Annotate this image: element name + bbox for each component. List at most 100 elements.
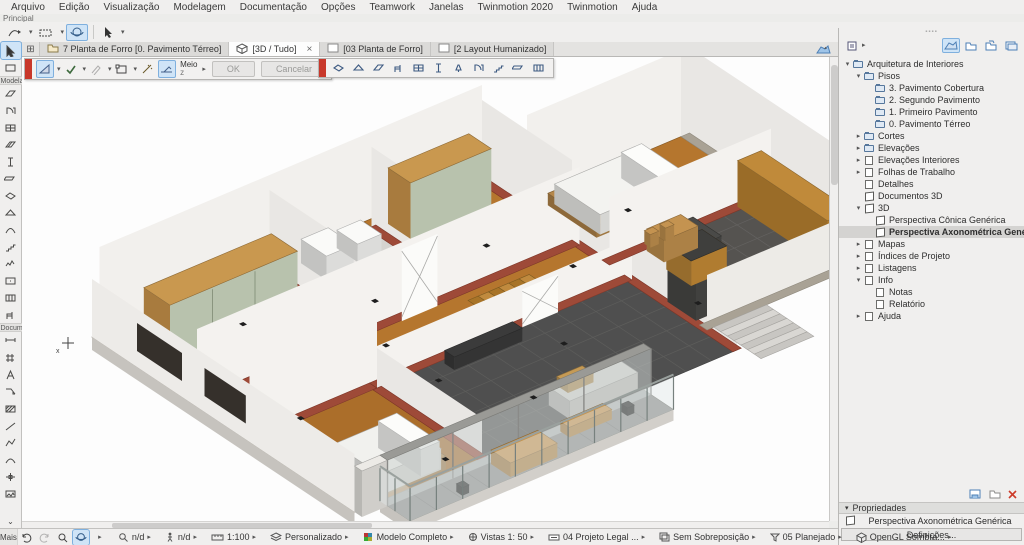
arc-tool-icon[interactable] — [1, 451, 21, 468]
mesh-tool-icon[interactable] — [1, 255, 21, 272]
tab-2[interactable]: [3D / Tudo]× — [229, 42, 320, 56]
stair-tool-icon[interactable] — [1, 238, 21, 255]
tree-item-eleva-es-interiores[interactable]: ▸Elevações Interiores — [839, 154, 1024, 166]
favorite-object-icon[interactable] — [390, 59, 408, 77]
tree-item-3d[interactable]: ▾3D — [839, 202, 1024, 214]
tree-item-info[interactable]: ▾Info — [839, 274, 1024, 286]
column-tool-icon[interactable] — [1, 153, 21, 170]
tree-closed-icon[interactable]: ▸ — [854, 156, 863, 164]
dimension-standard-dropdown[interactable]: 04 Projeto Legal ...▸ — [544, 530, 649, 545]
zoom-level-dropdown[interactable]: n/d▸ — [114, 530, 155, 545]
tree-item-3-pavimento-cobertura[interactable]: 3. Pavimento Cobertura — [839, 82, 1024, 94]
dimension-tool-icon[interactable] — [1, 332, 21, 349]
curtain-wall-tool-icon[interactable] — [1, 289, 21, 306]
drag-handle[interactable] — [319, 59, 326, 77]
favorite-roof-icon[interactable] — [350, 59, 368, 77]
skylight-tool-icon[interactable] — [1, 136, 21, 153]
tree-closed-icon[interactable]: ▸ — [854, 168, 863, 176]
renovation-filter-dropdown[interactable]: 05 Planejado▸ — [766, 530, 846, 545]
line-tool-icon[interactable] — [1, 417, 21, 434]
favorite-beam-icon[interactable] — [510, 59, 528, 77]
scale-dropdown[interactable]: 1:100▸ — [207, 530, 260, 545]
favorite-slab-icon[interactable] — [330, 59, 348, 77]
properties-header[interactable]: ▾Propriedades — [839, 502, 1024, 514]
text-tool-icon[interactable] — [1, 366, 21, 383]
undo-icon[interactable] — [19, 530, 35, 545]
tab-overview-icon[interactable]: ⊞ — [22, 42, 40, 56]
tree-item-eleva-es[interactable]: ▸Elevações — [839, 142, 1024, 154]
model-view-options-dropdown[interactable]: Vistas 1: 50▸ — [464, 530, 538, 545]
tree-item-folhas-de-trabalho[interactable]: ▸Folhas de Trabalho — [839, 166, 1024, 178]
scroll-thumb[interactable] — [831, 65, 838, 185]
marquee-tool-icon[interactable] — [1, 59, 21, 76]
tree-item-pisos[interactable]: ▾Pisos — [839, 70, 1024, 82]
beam-tool-icon[interactable] — [1, 170, 21, 187]
menu-documentação[interactable]: Documentação — [233, 1, 314, 14]
chevron-icon[interactable]: ▸ — [91, 530, 107, 545]
menu-twinmotion-2020[interactable]: Twinmotion 2020 — [471, 1, 561, 14]
tree-closed-icon[interactable]: ▸ — [854, 252, 863, 260]
gravity-level-icon[interactable] — [158, 60, 176, 78]
tree-item-listagens[interactable]: ▸Listagens — [839, 262, 1024, 274]
tree-item-mapas[interactable]: ▸Mapas — [839, 238, 1024, 250]
checkmark-icon[interactable] — [62, 60, 80, 78]
door-tool-icon[interactable] — [1, 102, 21, 119]
tree-item-perspectiva-c-nica-gen-rica[interactable]: Perspectiva Cônica Genérica — [839, 214, 1024, 226]
tree-item-notas[interactable]: Notas — [839, 286, 1024, 298]
marquee-tool-icon[interactable] — [35, 24, 57, 41]
figure-tool-icon[interactable] — [1, 485, 21, 502]
close-icon[interactable]: × — [306, 44, 312, 55]
tree-closed-icon[interactable]: ▸ — [854, 264, 863, 272]
drag-handle[interactable] — [25, 59, 32, 79]
layout-book-icon[interactable] — [982, 38, 1000, 53]
publisher-icon[interactable] — [1002, 38, 1020, 53]
orbit-tool-icon[interactable] — [66, 24, 88, 41]
tree-open-icon[interactable]: ▾ — [854, 72, 863, 80]
tab-4[interactable]: [2 Layout Humanizado] — [431, 42, 555, 56]
tab-options-icon[interactable] — [810, 42, 838, 56]
toolbox-overflow[interactable]: ⌄ — [7, 517, 14, 528]
slope-tool-icon[interactable] — [36, 60, 54, 78]
fill-tool-icon[interactable] — [1, 400, 21, 417]
chevron-down-icon[interactable]: ▾ — [83, 65, 87, 73]
delete-icon[interactable] — [1007, 489, 1018, 500]
tree-item-arquitetura-de-interiores[interactable]: ▾Arquitetura de Interiores — [839, 58, 1024, 70]
arrow-tool-icon[interactable] — [1, 42, 21, 59]
new-folder-icon[interactable] — [988, 488, 1002, 500]
tree-item-1-primeiro-pavimento[interactable]: 1. Primeiro Pavimento — [839, 106, 1024, 118]
zoom-icon[interactable] — [55, 530, 71, 545]
favorite-curtain-wall-icon[interactable] — [530, 59, 548, 77]
tree-open-icon[interactable]: ▾ — [843, 60, 852, 68]
favorite-window-icon[interactable] — [410, 59, 428, 77]
menu-modelagem[interactable]: Modelagem — [166, 1, 232, 14]
layer-combination-dropdown[interactable]: Personalizado▸ — [266, 530, 353, 545]
save-view-icon[interactable] — [969, 488, 983, 500]
menu-arquivo[interactable]: Arquivo — [4, 1, 52, 14]
tree-open-icon[interactable]: ▾ — [854, 204, 863, 212]
polyline-tool-icon[interactable] — [1, 434, 21, 451]
favorite-stair-icon[interactable] — [490, 59, 508, 77]
tab-1[interactable]: 7 Planta de Forro [0. Pavimento Térreo] — [40, 42, 229, 56]
tree-open-icon[interactable]: ▾ — [854, 276, 863, 284]
tree-item-cortes[interactable]: ▸Cortes — [839, 130, 1024, 142]
favorite-door-icon[interactable] — [470, 59, 488, 77]
menu-teamwork[interactable]: Teamwork — [362, 1, 422, 14]
jump-to-tool-icon[interactable] — [4, 24, 25, 41]
menu-ajuda[interactable]: Ajuda — [625, 1, 665, 14]
tree-item-relat-rio[interactable]: Relatório — [839, 298, 1024, 310]
orbit-icon[interactable] — [73, 530, 89, 545]
arrow-tool-icon[interactable] — [99, 24, 117, 41]
panel-drag-grip[interactable]: ▪▪▪▪ — [839, 28, 1024, 35]
tree-item-ajuda[interactable]: ▸Ajuda — [839, 310, 1024, 322]
vertical-scrollbar[interactable] — [829, 57, 838, 521]
project-map-icon[interactable] — [942, 38, 960, 53]
view-map-icon[interactable] — [962, 38, 980, 53]
menu-janelas[interactable]: Janelas — [422, 1, 470, 14]
tree-closed-icon[interactable]: ▸ — [854, 144, 863, 152]
redo-icon[interactable] — [37, 530, 53, 545]
tab-3[interactable]: [03 Planta de Forro] — [320, 42, 431, 56]
roof-tool-icon[interactable] — [1, 204, 21, 221]
horizontal-scrollbar[interactable] — [22, 521, 829, 528]
window-tool-icon[interactable] — [1, 119, 21, 136]
grid-element-tool-icon[interactable] — [1, 349, 21, 366]
